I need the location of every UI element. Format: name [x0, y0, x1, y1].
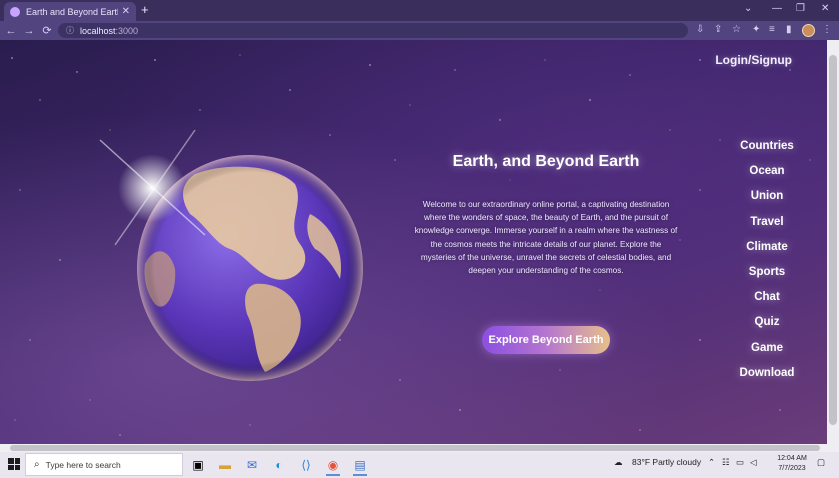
- horizontal-scroll-thumb[interactable]: [10, 445, 820, 451]
- nav-union[interactable]: Union: [727, 184, 807, 209]
- page-viewport: Login/Signup Earth, and Beyond Earth Wel…: [0, 40, 827, 444]
- search-icon: ⌕: [34, 459, 40, 470]
- url-input[interactable]: ⓘ localhost:3000: [58, 23, 688, 38]
- tab-search-icon[interactable]: ⌄: [744, 3, 752, 14]
- nav-ocean[interactable]: Ocean: [727, 159, 807, 184]
- vertical-scroll-thumb[interactable]: [829, 55, 837, 425]
- close-window-button[interactable]: ✕: [821, 3, 829, 14]
- mail-icon[interactable]: ✉: [240, 454, 264, 476]
- explore-beyond-earth-button[interactable]: Explore Beyond Earth: [482, 326, 610, 354]
- task-view-icon[interactable]: ▣: [186, 454, 210, 476]
- show-hidden-icons-icon[interactable]: ⌃: [708, 457, 715, 468]
- nav-download[interactable]: Download: [727, 361, 807, 386]
- taskbar-search-input[interactable]: ⌕ Type here to search: [25, 453, 183, 476]
- minimize-button[interactable]: —: [772, 3, 782, 14]
- taskbar-clock[interactable]: 12:04 AM 7/7/2023: [773, 454, 811, 474]
- nav-sports[interactable]: Sports: [727, 260, 807, 285]
- maximize-button[interactable]: ❐: [796, 3, 805, 14]
- install-icon[interactable]: ⇩: [696, 24, 704, 35]
- side-navigation: Countries Ocean Union Travel Climate Spo…: [727, 134, 807, 386]
- profile-avatar[interactable]: [802, 24, 815, 37]
- network-icon[interactable]: ☷: [722, 457, 730, 468]
- file-explorer-icon[interactable]: ▬: [213, 454, 237, 476]
- nav-chat[interactable]: Chat: [727, 285, 807, 310]
- url-text: localhost:3000: [80, 26, 138, 36]
- back-icon[interactable]: ←: [2, 25, 20, 37]
- share-icon[interactable]: ⇪: [714, 24, 722, 35]
- hero-title: Earth, and Beyond Earth: [452, 153, 640, 170]
- nav-climate[interactable]: Climate: [727, 235, 807, 260]
- battery-icon[interactable]: ▭: [736, 457, 744, 468]
- forward-icon[interactable]: →: [20, 25, 38, 37]
- weather-icon[interactable]: ☁: [614, 457, 623, 468]
- hero-description: Welcome to our extraordinary online port…: [414, 200, 678, 276]
- address-bar-row: ← → ⟳ ⓘ localhost:3000 ⇩ ⇪ ☆ ✦ ≡ ▮ ⋮: [0, 21, 839, 40]
- edge-browser-icon[interactable]: ◐: [267, 454, 291, 476]
- volume-icon[interactable]: ◁: [750, 457, 757, 468]
- app-window-icon[interactable]: ▤: [348, 454, 372, 476]
- clock-date: 7/7/2023: [778, 465, 806, 472]
- url-host: localhost: [80, 25, 116, 36]
- taskbar-search-placeholder: Type here to search: [45, 459, 121, 470]
- new-tab-button[interactable]: +: [141, 3, 149, 17]
- bookmark-star-icon[interactable]: ☆: [732, 24, 741, 35]
- site-info-icon[interactable]: ⓘ: [66, 25, 74, 36]
- favicon-icon: [10, 6, 20, 17]
- side-panel-icon[interactable]: ▮: [786, 24, 792, 35]
- windows-start-icon[interactable]: [8, 458, 20, 470]
- tab-title: Earth and Beyond Earth: [26, 6, 118, 17]
- browser-tab[interactable]: Earth and Beyond Earth ✕: [4, 2, 136, 21]
- url-port: :3000: [115, 25, 139, 36]
- nav-game[interactable]: Game: [727, 336, 807, 361]
- notifications-icon[interactable]: ▢: [817, 457, 825, 468]
- login-signup-link[interactable]: Login/Signup: [715, 53, 792, 67]
- nav-quiz[interactable]: Quiz: [727, 310, 807, 335]
- nav-travel[interactable]: Travel: [727, 210, 807, 235]
- weather-text[interactable]: 83°F Partly cloudy: [632, 457, 701, 467]
- menu-icon[interactable]: ⋮: [822, 24, 832, 35]
- nav-countries[interactable]: Countries: [727, 134, 807, 159]
- lens-flare-image: [99, 129, 206, 246]
- browser-tab-bar: Earth and Beyond Earth ✕ + ⌄ — ❐ ✕: [0, 0, 839, 21]
- extensions-icon[interactable]: ✦: [752, 24, 760, 35]
- close-tab-icon[interactable]: ✕: [122, 6, 130, 17]
- clock-time: 12:04 AM: [777, 455, 807, 462]
- reload-icon[interactable]: ⟳: [38, 24, 56, 37]
- vscode-icon[interactable]: ⟨⟩: [294, 454, 318, 476]
- chrome-icon[interactable]: ◉: [321, 454, 345, 476]
- media-icon[interactable]: ≡: [769, 24, 775, 35]
